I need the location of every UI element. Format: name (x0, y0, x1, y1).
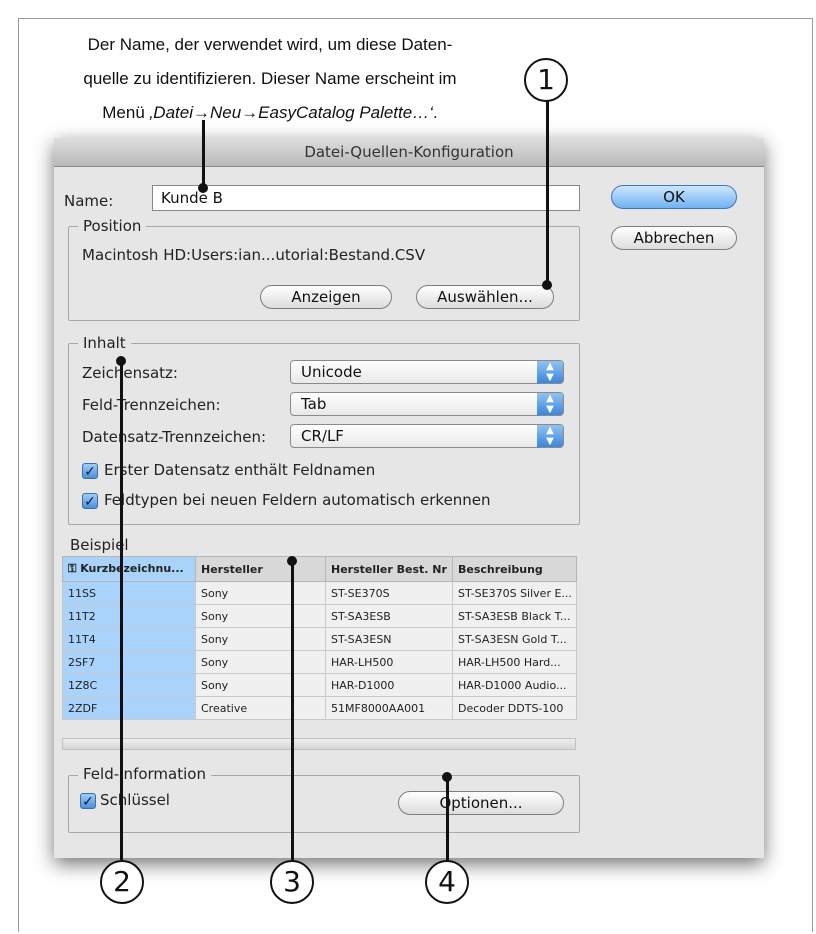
table-cell: Sony (195, 673, 326, 697)
table-row[interactable]: 1Z8C Sony HAR-D1000 HAR-D1000 Audio... (62, 673, 577, 697)
column-header[interactable]: Hersteller Best. Nr (325, 556, 453, 582)
callout-dot-2 (116, 356, 126, 366)
checkmark-icon: ✓ (82, 793, 94, 809)
checkmark-icon: ✓ (84, 493, 96, 509)
key-label: Schlüssel (100, 791, 170, 809)
field-separator-select[interactable]: Tab ▲ ▼ (290, 392, 564, 416)
dialog-title[interactable]: Datei-Quellen-Konfiguration (54, 138, 764, 167)
table-cell: ST-SA3ESB Black T... (452, 604, 577, 628)
table-cell: Sony (195, 604, 326, 628)
ok-button[interactable]: OK (611, 185, 737, 209)
table-cell: Sony (195, 627, 326, 651)
caption-line-1: Der Name, der verwendet wird, um diese D… (87, 35, 453, 54)
first-record-checkbox[interactable]: ✓ (82, 463, 98, 479)
charset-label: Zeichensatz: (82, 364, 178, 382)
column-header-key[interactable]: ⚿ Kurzbezeichnu... (62, 556, 196, 582)
callout-dot-name (198, 183, 208, 193)
table-body: 11SS Sony ST-SE370S ST-SE370S Silver E... 11… (62, 581, 577, 720)
record-separator-label: Datensatz-Trennzeichen: (82, 428, 267, 446)
callout-dot-4 (442, 772, 452, 782)
updown-arrows-icon: ▲ ▼ (537, 393, 563, 415)
checkmark-icon: ✓ (84, 463, 96, 479)
table-cell-key: 2SF7 (62, 650, 196, 674)
callout-line-name (202, 120, 205, 190)
table-cell: Sony (195, 650, 326, 674)
table-cell-key: 2ZDF (62, 696, 196, 720)
table-cell: 51MF8000AA001 (325, 696, 453, 720)
table-header-row: ⚿ Kurzbezeichnu... Hersteller Hersteller… (62, 556, 577, 582)
table-cell-key: 11SS (62, 581, 196, 605)
position-legend: Position (78, 217, 147, 235)
charset-value: Unicode (301, 363, 362, 381)
auto-types-checkbox[interactable]: ✓ (82, 493, 98, 509)
column-header[interactable]: Hersteller (195, 556, 326, 582)
column-header-label: Kurzbezeichnu... (80, 562, 184, 575)
charset-select[interactable]: Unicode ▲ ▼ (290, 360, 564, 384)
key-checkbox[interactable]: ✓ (80, 793, 96, 809)
updown-arrows-icon: ▲ ▼ (537, 425, 563, 447)
auto-types-label: Feldtypen bei neuen Feldern automatisch … (104, 491, 491, 509)
callout-number-4: 4 (425, 860, 469, 904)
record-separator-select[interactable]: CR/LF ▲ ▼ (290, 424, 564, 448)
field-separator-label: Feld-Trennzeichen: (82, 396, 221, 414)
callout-number-3: 3 (270, 860, 314, 904)
choose-button[interactable]: Auswählen... (416, 285, 554, 309)
table-cell-key: 11T2 (62, 604, 196, 628)
caption-line-3-prefix: Menü (102, 103, 150, 122)
cancel-button[interactable]: Abbrechen (611, 226, 737, 250)
table-cell: HAR-D1000 Audio... (452, 673, 577, 697)
table-cell: Decoder DDTS-100 (452, 696, 577, 720)
table-cell: HAR-LH500 (325, 650, 453, 674)
example-table: ⚿ Kurzbezeichnu... Hersteller Hersteller… (62, 556, 577, 720)
table-cell: Creative (195, 696, 326, 720)
table-row[interactable]: 11T2 Sony ST-SA3ESB ST-SA3ESB Black T... (62, 604, 577, 628)
callout-number-2: 2 (100, 860, 144, 904)
name-label: Name: (64, 192, 114, 210)
callout-dot-1 (542, 280, 552, 290)
caption-line-3: Menü ‚Datei→Neu→EasyCatalog Palette…‘. (20, 96, 520, 130)
field-separator-value: Tab (301, 395, 327, 413)
table-cell: ST-SA3ESN Gold T... (452, 627, 577, 651)
record-separator-value: CR/LF (301, 427, 344, 445)
table-cell: ST-SE370S (325, 581, 453, 605)
callout-line-4 (446, 776, 449, 862)
table-cell: HAR-LH500 Hard... (452, 650, 577, 674)
callout-dot-3 (287, 556, 297, 566)
content-legend: Inhalt (78, 334, 131, 352)
table-row[interactable]: 11T4 Sony ST-SA3ESN ST-SA3ESN Gold T... (62, 627, 577, 651)
table-cell: ST-SA3ESB (325, 604, 453, 628)
callout-line-2 (120, 362, 123, 860)
field-info-legend: Feld-Information (78, 765, 211, 783)
options-button[interactable]: Optionen... (398, 791, 564, 815)
caption-line-3-suffix: . (432, 103, 438, 122)
callout-number-1: 1 (524, 58, 568, 102)
first-record-label: Erster Datensatz enthält Feldnamen (104, 461, 376, 479)
key-icon: ⚿ (68, 562, 81, 575)
table-cell-key: 11T4 (62, 627, 196, 651)
table-cell: HAR-D1000 (325, 673, 453, 697)
table-cell: Sony (195, 581, 326, 605)
horizontal-scrollbar[interactable] (62, 738, 576, 750)
file-path: Macintosh HD:Users:ian...utorial:Bestand… (82, 246, 426, 264)
caption-menu-path: ‚Datei→Neu→EasyCatalog Palette…‘ (149, 103, 433, 122)
table-row[interactable]: 2ZDF Creative 51MF8000AA001 Decoder DDTS-10… (62, 696, 577, 720)
table-row[interactable]: 11SS Sony ST-SE370S ST-SE370S Silver E... (62, 581, 577, 605)
updown-arrows-icon: ▲ ▼ (537, 361, 563, 383)
table-cell: ST-SA3ESN (325, 627, 453, 651)
callout-line-3 (291, 562, 294, 860)
name-input[interactable]: Kunde B (152, 185, 580, 211)
callout-line-1 (546, 98, 549, 286)
caption: Der Name, der verwendet wird, um diese D… (20, 28, 520, 130)
column-header[interactable]: Beschreibung (452, 556, 577, 582)
show-button[interactable]: Anzeigen (260, 285, 392, 309)
dialog-window: Datei-Quellen-Konfiguration Name: Kunde … (54, 138, 764, 858)
table-cell: ST-SE370S Silver E... (452, 581, 577, 605)
table-cell-key: 1Z8C (62, 673, 196, 697)
caption-line-2: quelle zu identifizieren. Dieser Name er… (83, 69, 457, 88)
table-row[interactable]: 2SF7 Sony HAR-LH500 HAR-LH500 Hard... (62, 650, 577, 674)
